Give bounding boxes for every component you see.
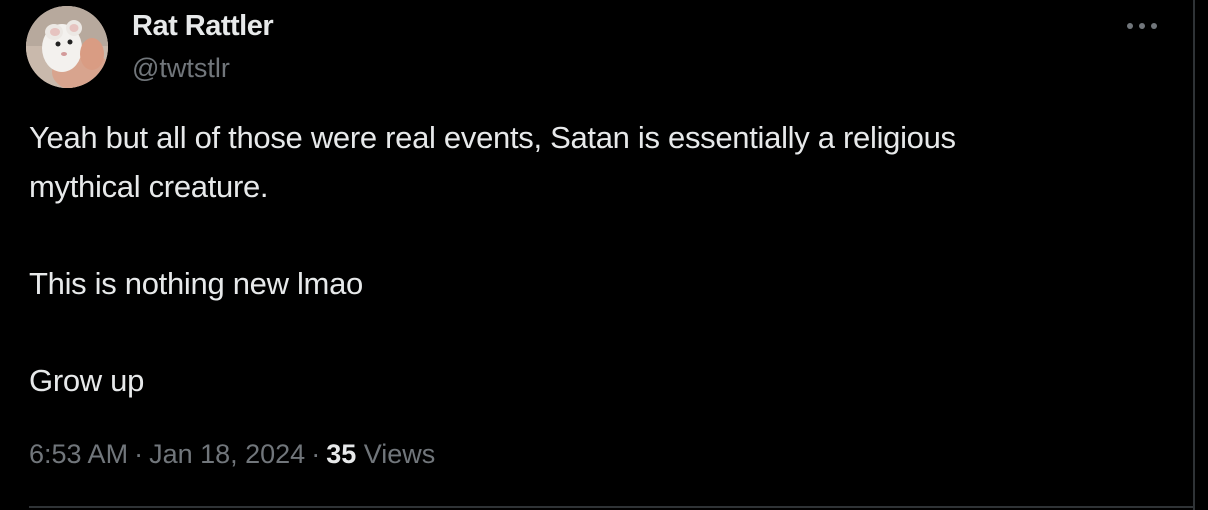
author-avatar[interactable] [26,6,108,88]
author-display-name[interactable]: Rat Rattler [132,8,274,44]
tweet-card: Rat Rattler @twtstlr Yeah but all of tho… [0,0,1193,510]
tweet-text-line: This is nothing new lmao [29,266,363,301]
tweet-metadata: 6:53 AM · Jan 18, 2024 · 35 Views [29,432,435,476]
column-border [1193,0,1195,510]
tweet-text-line: Yeah but all of those were real events, … [29,120,956,155]
tweet-text-line: Grow up [29,363,145,398]
author-handle[interactable]: @twtstlr [132,50,273,86]
tweet-text: Yeah but all of those were real events, … [29,113,1149,405]
tweet-time: 6:53 AM [29,439,129,469]
more-horizontal-icon [1127,23,1157,29]
views-label: Views [363,439,436,469]
tweet-text-line: mythical creature. [29,169,269,204]
tweet-date: Jan 18, 2024 [149,439,306,469]
author-info: Rat Rattler @twtstlr [132,8,274,86]
more-options-button[interactable] [1122,6,1162,46]
divider [29,506,1193,508]
views-count: 35 [326,439,357,469]
tweet-timestamp[interactable]: 6:53 AM · Jan 18, 2024 [29,439,305,469]
rat-avatar-image [26,6,108,88]
separator-dot: · [134,439,144,469]
separator-dot: · [311,439,321,469]
